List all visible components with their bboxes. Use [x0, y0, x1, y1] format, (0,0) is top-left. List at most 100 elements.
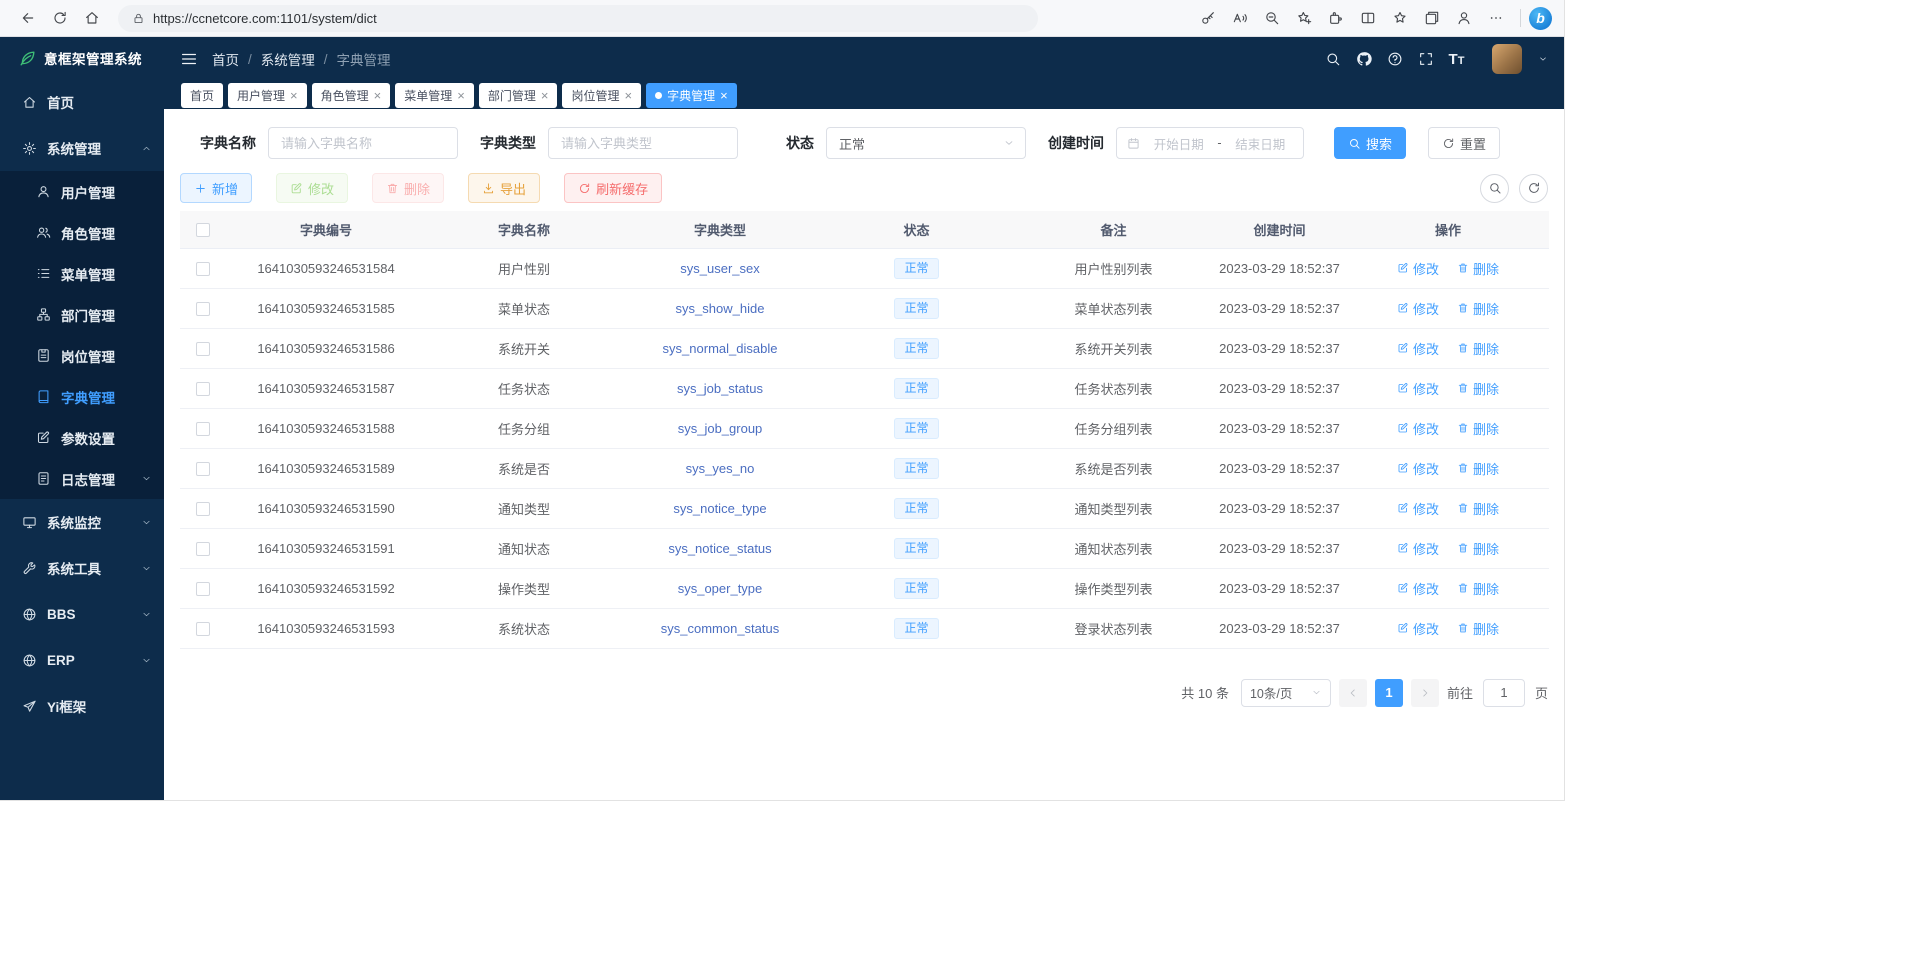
row-edit-link[interactable]: 修改 [1397, 379, 1439, 398]
toggle-search-button[interactable] [1480, 174, 1509, 203]
close-tab-icon[interactable]: × [374, 89, 382, 102]
sidebar-item-system-monitor[interactable]: 系统监控 [0, 499, 164, 545]
tab-dict-management[interactable]: 字典管理× [646, 83, 737, 108]
row-edit-link[interactable]: 修改 [1397, 259, 1439, 278]
row-checkbox[interactable] [196, 262, 210, 276]
add-button[interactable]: 新增 [180, 173, 252, 203]
row-checkbox[interactable] [196, 342, 210, 356]
close-tab-icon[interactable]: × [457, 89, 465, 102]
sidebar-item-system-tools[interactable]: 系统工具 [0, 545, 164, 591]
dict-type-link[interactable]: sys_notice_status [668, 541, 771, 556]
sidebar-item-user-management[interactable]: 用户管理 [0, 171, 164, 212]
row-checkbox[interactable] [196, 622, 210, 636]
row-delete-link[interactable]: 删除 [1457, 459, 1499, 478]
split-screen-button[interactable] [1352, 4, 1384, 32]
dict-type-link[interactable]: sys_job_group [678, 421, 763, 436]
browser-back-button[interactable] [12, 4, 44, 32]
row-checkbox[interactable] [196, 382, 210, 396]
breadcrumb-item[interactable]: 系统管理 [261, 49, 315, 69]
sidebar-item-dept-management[interactable]: 部门管理 [0, 294, 164, 335]
reset-button[interactable]: 重置 [1428, 127, 1500, 159]
favorite-add-button[interactable] [1288, 4, 1320, 32]
tab-dept-management[interactable]: 部门管理× [479, 83, 558, 108]
sidebar-item-yi-framework[interactable]: Yi框架 [0, 683, 164, 729]
browser-home-button[interactable] [76, 4, 108, 32]
expand-button[interactable] [1412, 46, 1439, 73]
address-bar[interactable]: https://ccnetcore.com:1101/system/dict [118, 5, 1038, 32]
search-button[interactable]: 搜索 [1334, 127, 1406, 159]
dict-type-link[interactable]: sys_user_sex [680, 261, 759, 276]
dict-type-link[interactable]: sys_normal_disable [663, 341, 778, 356]
close-tab-icon[interactable]: × [541, 89, 549, 102]
edit-button[interactable]: 修改 [276, 173, 348, 203]
key-button[interactable] [1192, 4, 1224, 32]
bing-icon[interactable]: b [1529, 7, 1552, 30]
extensions-button[interactable] [1320, 4, 1352, 32]
dict-type-link[interactable]: sys_notice_type [673, 501, 766, 516]
row-delete-link[interactable]: 删除 [1457, 619, 1499, 638]
collections-button[interactable] [1416, 4, 1448, 32]
more-button[interactable] [1480, 4, 1512, 32]
dict-type-link[interactable]: sys_common_status [661, 621, 780, 636]
close-tab-icon[interactable]: × [624, 89, 632, 102]
row-delete-link[interactable]: 删除 [1457, 579, 1499, 598]
row-checkbox[interactable] [196, 502, 210, 516]
row-checkbox[interactable] [196, 302, 210, 316]
question-button[interactable] [1381, 46, 1408, 73]
dict-type-link[interactable]: sys_show_hide [676, 301, 765, 316]
page-size-select[interactable]: 10条/页 [1241, 679, 1331, 707]
status-select[interactable]: 正常 [826, 127, 1026, 159]
github-button[interactable] [1350, 46, 1377, 73]
tab-home[interactable]: 首页 [181, 83, 223, 108]
search-button[interactable] [1319, 46, 1346, 73]
read-aloud-button[interactable] [1224, 4, 1256, 32]
row-edit-link[interactable]: 修改 [1397, 459, 1439, 478]
font-size-button[interactable]: TT [1443, 46, 1470, 73]
row-checkbox[interactable] [196, 542, 210, 556]
sidebar-item-menu-management[interactable]: 菜单管理 [0, 253, 164, 294]
breadcrumb-item[interactable]: 首页 [212, 49, 239, 69]
row-edit-link[interactable]: 修改 [1397, 619, 1439, 638]
delete-button[interactable]: 删除 [372, 173, 444, 203]
next-page-button[interactable] [1411, 679, 1439, 707]
row-delete-link[interactable]: 删除 [1457, 299, 1499, 318]
row-delete-link[interactable]: 删除 [1457, 379, 1499, 398]
dict-type-link[interactable]: sys_yes_no [686, 461, 755, 476]
profile-button[interactable] [1448, 4, 1480, 32]
dict-type-link[interactable]: sys_oper_type [678, 581, 763, 596]
sidebar-item-home[interactable]: 首页 [0, 79, 164, 125]
browser-refresh-button[interactable] [44, 4, 76, 32]
tab-post-management[interactable]: 岗位管理× [562, 83, 641, 108]
row-delete-link[interactable]: 删除 [1457, 419, 1499, 438]
dict-type-input[interactable] [548, 127, 738, 159]
row-delete-link[interactable]: 删除 [1457, 499, 1499, 518]
row-edit-link[interactable]: 修改 [1397, 299, 1439, 318]
sidebar-item-bbs[interactable]: BBS [0, 591, 164, 637]
sidebar-item-log-management[interactable]: 日志管理 [0, 458, 164, 499]
row-edit-link[interactable]: 修改 [1397, 499, 1439, 518]
close-tab-icon[interactable]: × [720, 89, 728, 102]
sidebar-item-role-management[interactable]: 角色管理 [0, 212, 164, 253]
row-edit-link[interactable]: 修改 [1397, 339, 1439, 358]
dict-name-input[interactable] [268, 127, 458, 159]
favorites-button[interactable] [1384, 4, 1416, 32]
row-checkbox[interactable] [196, 422, 210, 436]
tab-user-management[interactable]: 用户管理× [228, 83, 307, 108]
sidebar-item-system-management[interactable]: 系统管理 [0, 125, 164, 171]
dict-type-link[interactable]: sys_job_status [677, 381, 763, 396]
sidebar-item-post-management[interactable]: 岗位管理 [0, 335, 164, 376]
tab-role-management[interactable]: 角色管理× [312, 83, 391, 108]
refresh-cache-button[interactable]: 刷新缓存 [564, 173, 662, 203]
sidebar-item-dict-management[interactable]: 字典管理 [0, 376, 164, 417]
row-delete-link[interactable]: 删除 [1457, 539, 1499, 558]
row-edit-link[interactable]: 修改 [1397, 579, 1439, 598]
tab-menu-management[interactable]: 菜单管理× [395, 83, 474, 108]
goto-page-input[interactable] [1483, 679, 1525, 707]
row-edit-link[interactable]: 修改 [1397, 539, 1439, 558]
collapse-sidebar-button[interactable] [180, 50, 198, 68]
date-range-picker[interactable]: 开始日期 - 结束日期 [1116, 127, 1304, 159]
avatar[interactable] [1492, 44, 1522, 74]
close-tab-icon[interactable]: × [290, 89, 298, 102]
row-checkbox[interactable] [196, 462, 210, 476]
row-delete-link[interactable]: 删除 [1457, 259, 1499, 278]
